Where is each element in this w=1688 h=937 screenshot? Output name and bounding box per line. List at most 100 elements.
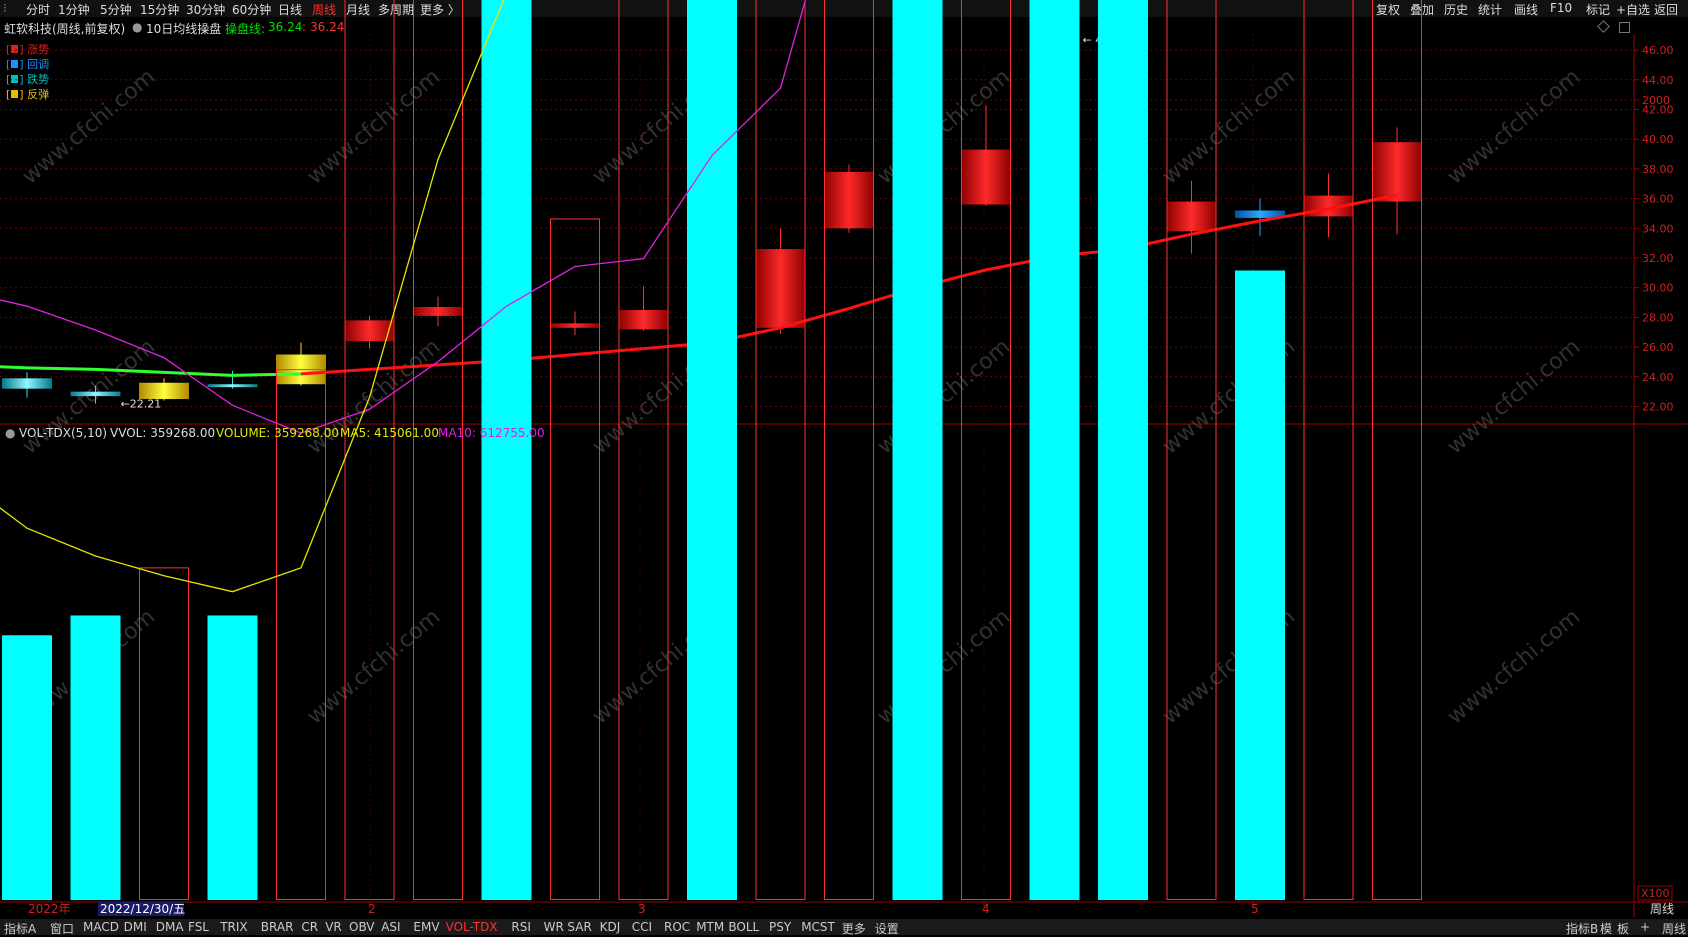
candle-9 [618, 286, 669, 331]
candle-body [618, 309, 669, 330]
indicator-tab-4[interactable]: DMA [156, 920, 184, 934]
indicator-tab-bar: 指标A 窗口 MACD DMI DMA FSL TRIX BRAR CR VR OBV ASI EMV V… [0, 919, 1688, 937]
candle-body [70, 391, 121, 397]
indicator-tab-0[interactable]: 指标A [4, 920, 36, 937]
candle-body [413, 307, 463, 316]
indicator-tab-7[interactable]: BRAR [261, 920, 294, 934]
candle-body [755, 249, 806, 328]
indicator-tab-19[interactable]: ROC [664, 920, 690, 934]
volume-bar-15 [1029, 0, 1080, 900]
indicator-tab-21[interactable]: BOLL [728, 920, 759, 934]
indicator-tab-20[interactable]: MTM [696, 920, 724, 934]
indicator-tab-25[interactable]: 设置 [875, 920, 899, 937]
candle-0 [2, 372, 52, 398]
price-tick-label: 30.00 [1642, 282, 1674, 295]
vvol-value: VVOL: 359268.00 [110, 426, 216, 440]
indicator-tab-5[interactable]: FSL [188, 920, 209, 934]
watermark: www.cfchi.com [303, 604, 445, 729]
price-tick-label: 38.00 [1642, 163, 1674, 176]
indicator-tab-22[interactable]: PSY [769, 920, 791, 934]
indicator-tab-11[interactable]: ASI [381, 920, 400, 934]
indicator-tab-10[interactable]: OBV [349, 920, 375, 934]
price-tick-label: 24.00 [1642, 371, 1674, 384]
watermark: www.cfchi.com [1443, 604, 1585, 729]
candle-body [1372, 142, 1422, 202]
watermark: www.cfchi.com [18, 64, 160, 189]
candle-body [207, 384, 258, 388]
indicator-tab-3[interactable]: DMI [124, 920, 147, 934]
volume-bar-16 [1098, 0, 1148, 900]
indicator-tab-12[interactable]: EMV [413, 920, 439, 934]
indicator-tab-8[interactable]: CR [301, 920, 318, 934]
price-tick-label: 34.00 [1642, 222, 1674, 235]
price-tick-label: 32.00 [1642, 252, 1674, 265]
candle-6 [413, 296, 463, 327]
volume-bar-7 [481, 0, 532, 900]
volume-bar-6 [413, 0, 463, 900]
candle-8 [550, 311, 600, 336]
volume-bar-12 [824, 0, 874, 901]
price-tick-label: 44.00 [1642, 74, 1674, 87]
volume-bar-10 [687, 0, 737, 900]
watermark: www.cfchi.com [303, 334, 445, 459]
x-label-m5: 5 [1251, 902, 1259, 916]
candle-20 [1372, 127, 1422, 235]
watermark: www.cfchi.com [303, 64, 445, 189]
price-tick-label: 36.00 [1642, 193, 1674, 206]
price-tick-label: 28.00 [1642, 311, 1674, 324]
x-label-m2: 2 [368, 902, 376, 916]
volume-bar-0 [2, 635, 52, 900]
volume-bar-3 [207, 615, 258, 900]
x-label-year: 2022年 [28, 902, 71, 916]
volume-indicator-name[interactable]: VOL-TDX(5,10) [19, 426, 107, 440]
volume-info-bar: ● VOL-TDX(5,10) VVOL: 359268.00 VOLUME: … [0, 424, 1600, 440]
price-volume-chart[interactable]: 22.00 24.00 26.00 28.00 30.00 32.00 34.00 36.00… [0, 0, 1688, 935]
watermark: www.cfchi.com [1158, 64, 1300, 189]
indicator-tab-14[interactable]: RSI [511, 920, 531, 934]
indicator-tab-1[interactable]: 窗口 [50, 920, 74, 937]
period-corner-label: 周线 [1650, 902, 1674, 916]
volume-bar-18 [1235, 270, 1285, 900]
ma10-value: MA10: 612755.00 [438, 426, 545, 440]
candle-5 [344, 315, 395, 349]
volume-value: VOLUME: 359268.00 [216, 426, 339, 440]
indicator-tab-16[interactable]: SAR [567, 920, 591, 934]
bottom-right-4[interactable]: 周线 [1662, 920, 1686, 937]
indicator-tab-9[interactable]: VR [325, 920, 342, 934]
price-tick-label: 26.00 [1642, 341, 1674, 354]
candle-12 [824, 164, 874, 233]
candle-body [961, 149, 1011, 205]
bottom-right-3[interactable]: + [1640, 920, 1650, 934]
volume-bar-19 [1303, 0, 1354, 900]
indicator-tab-17[interactable]: KDJ [600, 920, 621, 934]
candle-body [550, 323, 600, 328]
volume-gear-icon[interactable]: ● [5, 426, 15, 440]
indicator-tab-18[interactable]: CCI [632, 920, 652, 934]
price-tick-label: 46.00 [1642, 44, 1674, 57]
bottom-right-1[interactable]: 模 [1600, 920, 1612, 937]
candle-body [824, 171, 874, 229]
x-label-m3: 3 [638, 902, 646, 916]
operation-line-green [0, 365, 302, 377]
price-tick-label: 40.00 [1642, 133, 1674, 146]
candle-body [1166, 201, 1217, 232]
low-annotation: ←22.21 [121, 397, 162, 410]
indicator-tab-6[interactable]: TRIX [220, 920, 247, 934]
x-label-m4: 4 [982, 902, 990, 916]
indicator-tab-2[interactable]: MACD [83, 920, 119, 934]
candle-17 [1166, 180, 1217, 254]
indicator-tab-13[interactable]: VOL-TDX [446, 920, 498, 934]
indicator-tab-23[interactable]: MCST [801, 920, 835, 934]
ma5-value: MA5: 415061.00 [340, 426, 439, 440]
volume-tick-label: 2000 [1642, 94, 1670, 107]
volume-bar-1 [70, 615, 121, 900]
price-tick-label: 22.00 [1642, 401, 1674, 414]
candle-4 [276, 342, 326, 386]
indicator-tab-24[interactable]: 更多 [842, 920, 866, 937]
bottom-right-0[interactable]: 指标B [1566, 920, 1598, 937]
bottom-right-2[interactable]: 板 [1617, 920, 1629, 937]
candle-11 [755, 228, 806, 334]
watermark: www.cfchi.com [1443, 64, 1585, 189]
volume-bar-11 [755, 0, 806, 901]
indicator-tab-15[interactable]: WR [544, 920, 564, 934]
